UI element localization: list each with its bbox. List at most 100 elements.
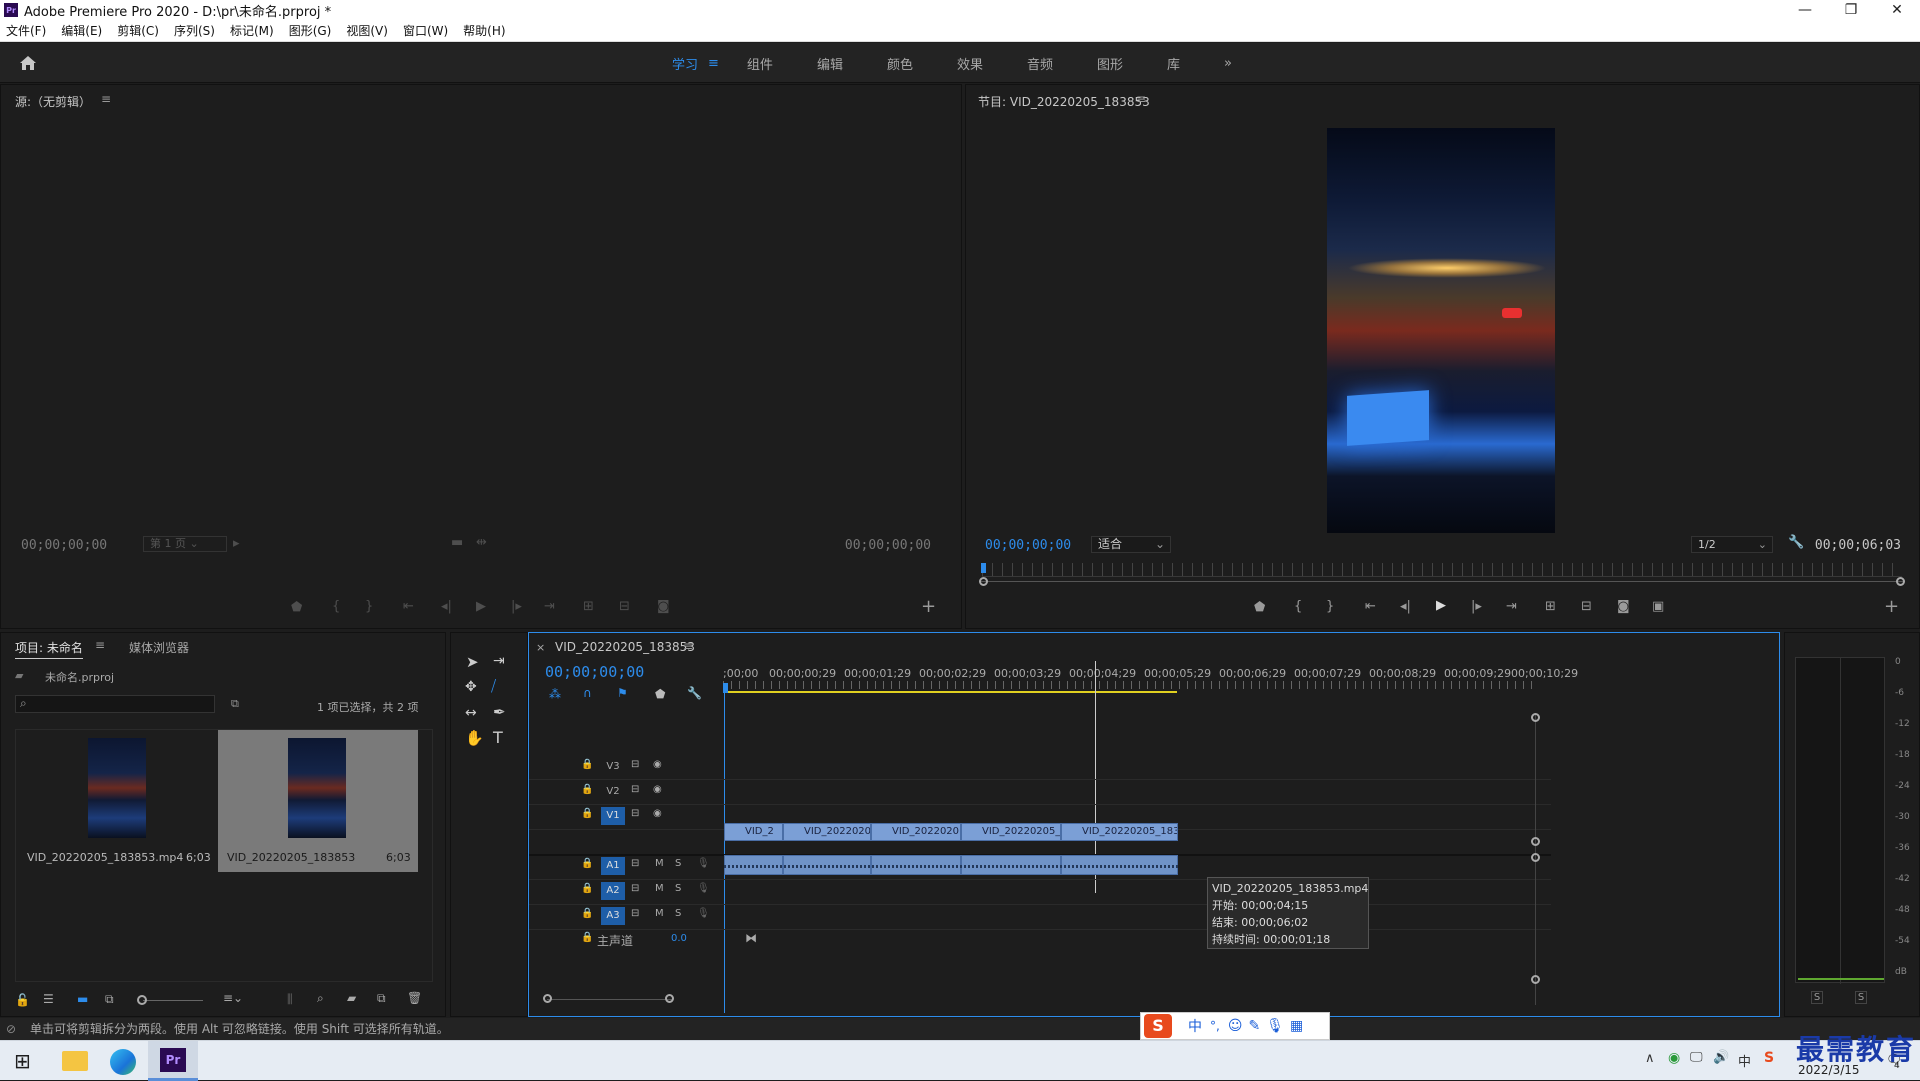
eye-icon[interactable]: ◉	[653, 808, 662, 819]
lock-icon[interactable]: 🔒	[581, 759, 593, 770]
scroll-handle[interactable]	[1531, 975, 1540, 984]
workspace-menu-icon[interactable]: ≡	[708, 56, 719, 71]
program-timecode-current[interactable]: 00;00;00;00	[985, 538, 1071, 553]
program-zoom-bar[interactable]	[979, 581, 1904, 582]
ripple-edit-tool-icon[interactable]: ✥	[465, 679, 477, 695]
project-search-input[interactable]: ⌕	[15, 695, 215, 713]
track-select-tool-icon[interactable]: ⇥	[493, 653, 505, 669]
menu-markers[interactable]: 标记(M)	[230, 22, 274, 39]
taskbar-ime-indicator[interactable]: 中	[1738, 1051, 1751, 1070]
video-clip[interactable]: VID_2022020	[783, 823, 871, 841]
ime-punctuation[interactable]: °,	[1210, 1019, 1220, 1033]
timeline-current-timecode[interactable]: 00;00;00;00	[545, 663, 644, 681]
program-play-icon[interactable]: ▶	[1436, 598, 1446, 613]
menu-graphics[interactable]: 图形(G)	[289, 22, 332, 39]
menu-help[interactable]: 帮助(H)	[463, 22, 505, 39]
source-mark-in-icon[interactable]: {	[332, 599, 340, 614]
new-item-icon[interactable]: ⧉	[377, 991, 386, 1006]
slip-tool-icon[interactable]: ↔	[465, 705, 477, 721]
source-add-marker-icon[interactable]: ⬟	[291, 600, 302, 615]
file-explorer-icon[interactable]	[62, 1051, 88, 1071]
program-fit-select[interactable]: 适合 ⌄	[1091, 536, 1171, 553]
program-playhead[interactable]	[981, 563, 986, 573]
media-browser-tab[interactable]: 媒体浏览器	[129, 639, 189, 656]
scroll-handle[interactable]	[1531, 837, 1540, 846]
sync-lock-icon[interactable]: ⊟	[631, 883, 639, 894]
program-add-marker-icon[interactable]: ⬟	[1254, 600, 1265, 615]
lock-icon[interactable]: 🔒	[581, 858, 593, 869]
workspace-tab-graphics[interactable]: 图形	[1097, 54, 1123, 73]
chevron-up-icon[interactable]: ∧	[1645, 1051, 1655, 1066]
network-icon[interactable]: 🖵	[1690, 1050, 1703, 1065]
program-mark-out-icon[interactable]: }	[1326, 599, 1334, 614]
thumbnail-size-handle[interactable]	[137, 995, 147, 1005]
freeform-view-icon[interactable]: ⧉	[105, 992, 114, 1007]
source-mark-out-icon[interactable]: }	[365, 599, 373, 614]
solo-s-icon[interactable]: S	[675, 858, 681, 869]
source-goto-in-icon[interactable]: ⇤	[403, 599, 414, 614]
master-clip-mixer-icon[interactable]: ⧓	[745, 931, 757, 945]
solo-right-button[interactable]: S	[1855, 991, 1867, 1004]
scroll-handle[interactable]	[1531, 713, 1540, 722]
timeline-sequence-tab[interactable]: VID_20220205_183853	[555, 640, 695, 654]
menu-window[interactable]: 窗口(W)	[403, 22, 448, 39]
selection-tool-icon[interactable]: ➤	[466, 653, 479, 671]
lock-icon[interactable]: 🔓	[15, 993, 30, 1007]
home-icon[interactable]	[18, 53, 38, 73]
solo-left-button[interactable]: S	[1811, 991, 1823, 1004]
snap-magnet-icon[interactable]: ∩	[583, 686, 592, 700]
project-item-sequence[interactable]: VID_20220205_183853 6;03	[218, 730, 418, 872]
program-goto-out-icon[interactable]: ⇥	[1506, 599, 1517, 614]
mute-m-icon[interactable]: M	[655, 883, 664, 894]
sync-lock-icon[interactable]: ⊟	[631, 808, 639, 819]
workspace-tab-assembly[interactable]: 组件	[747, 54, 773, 73]
edge-browser-icon[interactable]	[110, 1049, 136, 1075]
lock-icon[interactable]: 🔒	[581, 932, 593, 943]
toolbox-icon[interactable]: ▦	[1290, 1018, 1303, 1034]
video-clip[interactable]: VID_20220205_	[961, 823, 1061, 841]
source-panel-menu-icon[interactable]: ≡	[101, 92, 111, 106]
clear-trash-icon[interactable]: 🗑	[407, 991, 422, 1005]
microphone-icon[interactable]: 🎙	[1266, 1018, 1284, 1034]
lock-icon[interactable]: 🔒	[581, 908, 593, 919]
program-settings-wrench-icon[interactable]: 🔧	[1788, 535, 1804, 550]
hand-tool-icon[interactable]: ✋	[465, 729, 484, 747]
solo-s-icon[interactable]: S	[675, 908, 681, 919]
sogou-logo-icon[interactable]: S	[1144, 1014, 1172, 1038]
scroll-handle[interactable]	[1531, 853, 1540, 862]
program-zoom-handle-left[interactable]	[979, 577, 988, 586]
sync-lock-icon[interactable]: ⊟	[631, 759, 639, 770]
eye-icon[interactable]: ◉	[653, 784, 662, 795]
source-add-button-icon[interactable]: +	[921, 596, 936, 617]
razor-tool-icon[interactable]: ⧸	[491, 677, 496, 695]
timeline-playhead-handle[interactable]	[723, 683, 728, 693]
microphone-icon[interactable]: 🎙	[697, 858, 710, 869]
program-time-ruler[interactable]	[982, 563, 1902, 577]
program-compare-icon[interactable]: ▣	[1652, 599, 1664, 614]
linked-selection-icon[interactable]: ⚑	[617, 686, 628, 700]
source-insert-icon[interactable]: ⊞	[583, 599, 594, 614]
timeline-ruler[interactable]: ;00;00 00;00;00;29 00;00;01;29 00;00;02;…	[723, 665, 1578, 695]
source-timecode-left[interactable]: 00;00;00;00	[21, 538, 107, 553]
program-panel-menu-icon[interactable]: ≡	[1136, 92, 1146, 106]
mute-m-icon[interactable]: M	[655, 858, 664, 869]
program-mark-in-icon[interactable]: {	[1294, 599, 1302, 614]
windows-start-icon[interactable]: ⊞	[14, 1049, 31, 1073]
source-play-icon[interactable]: ▶	[476, 599, 486, 614]
nest-icon[interactable]: ⁂	[549, 687, 561, 701]
source-overwrite-icon[interactable]: ⊟	[619, 599, 630, 614]
project-tab[interactable]: 项目: 未命名	[15, 639, 83, 659]
menu-edit[interactable]: 编辑(E)	[61, 22, 102, 39]
new-bin-icon[interactable]: ▰	[347, 991, 356, 1005]
ime-chinese-mode[interactable]: 中	[1188, 1016, 1202, 1036]
volume-icon[interactable]: 🔊	[1713, 1050, 1729, 1065]
lock-icon[interactable]: 🔒	[581, 883, 593, 894]
program-step-forward-icon[interactable]: |▸	[1471, 599, 1482, 614]
program-goto-in-icon[interactable]: ⇤	[1365, 599, 1376, 614]
restore-button[interactable]: ❐	[1828, 0, 1874, 20]
track-label-v3[interactable]: V3	[601, 761, 625, 772]
source-page-select[interactable]: 第 1 页 ⌄	[143, 536, 227, 552]
thumbnail-size-slider[interactable]	[143, 1000, 203, 1001]
master-volume-value[interactable]: 0.0	[671, 933, 687, 944]
sogou-tray-icon[interactable]: S	[1764, 1050, 1774, 1066]
